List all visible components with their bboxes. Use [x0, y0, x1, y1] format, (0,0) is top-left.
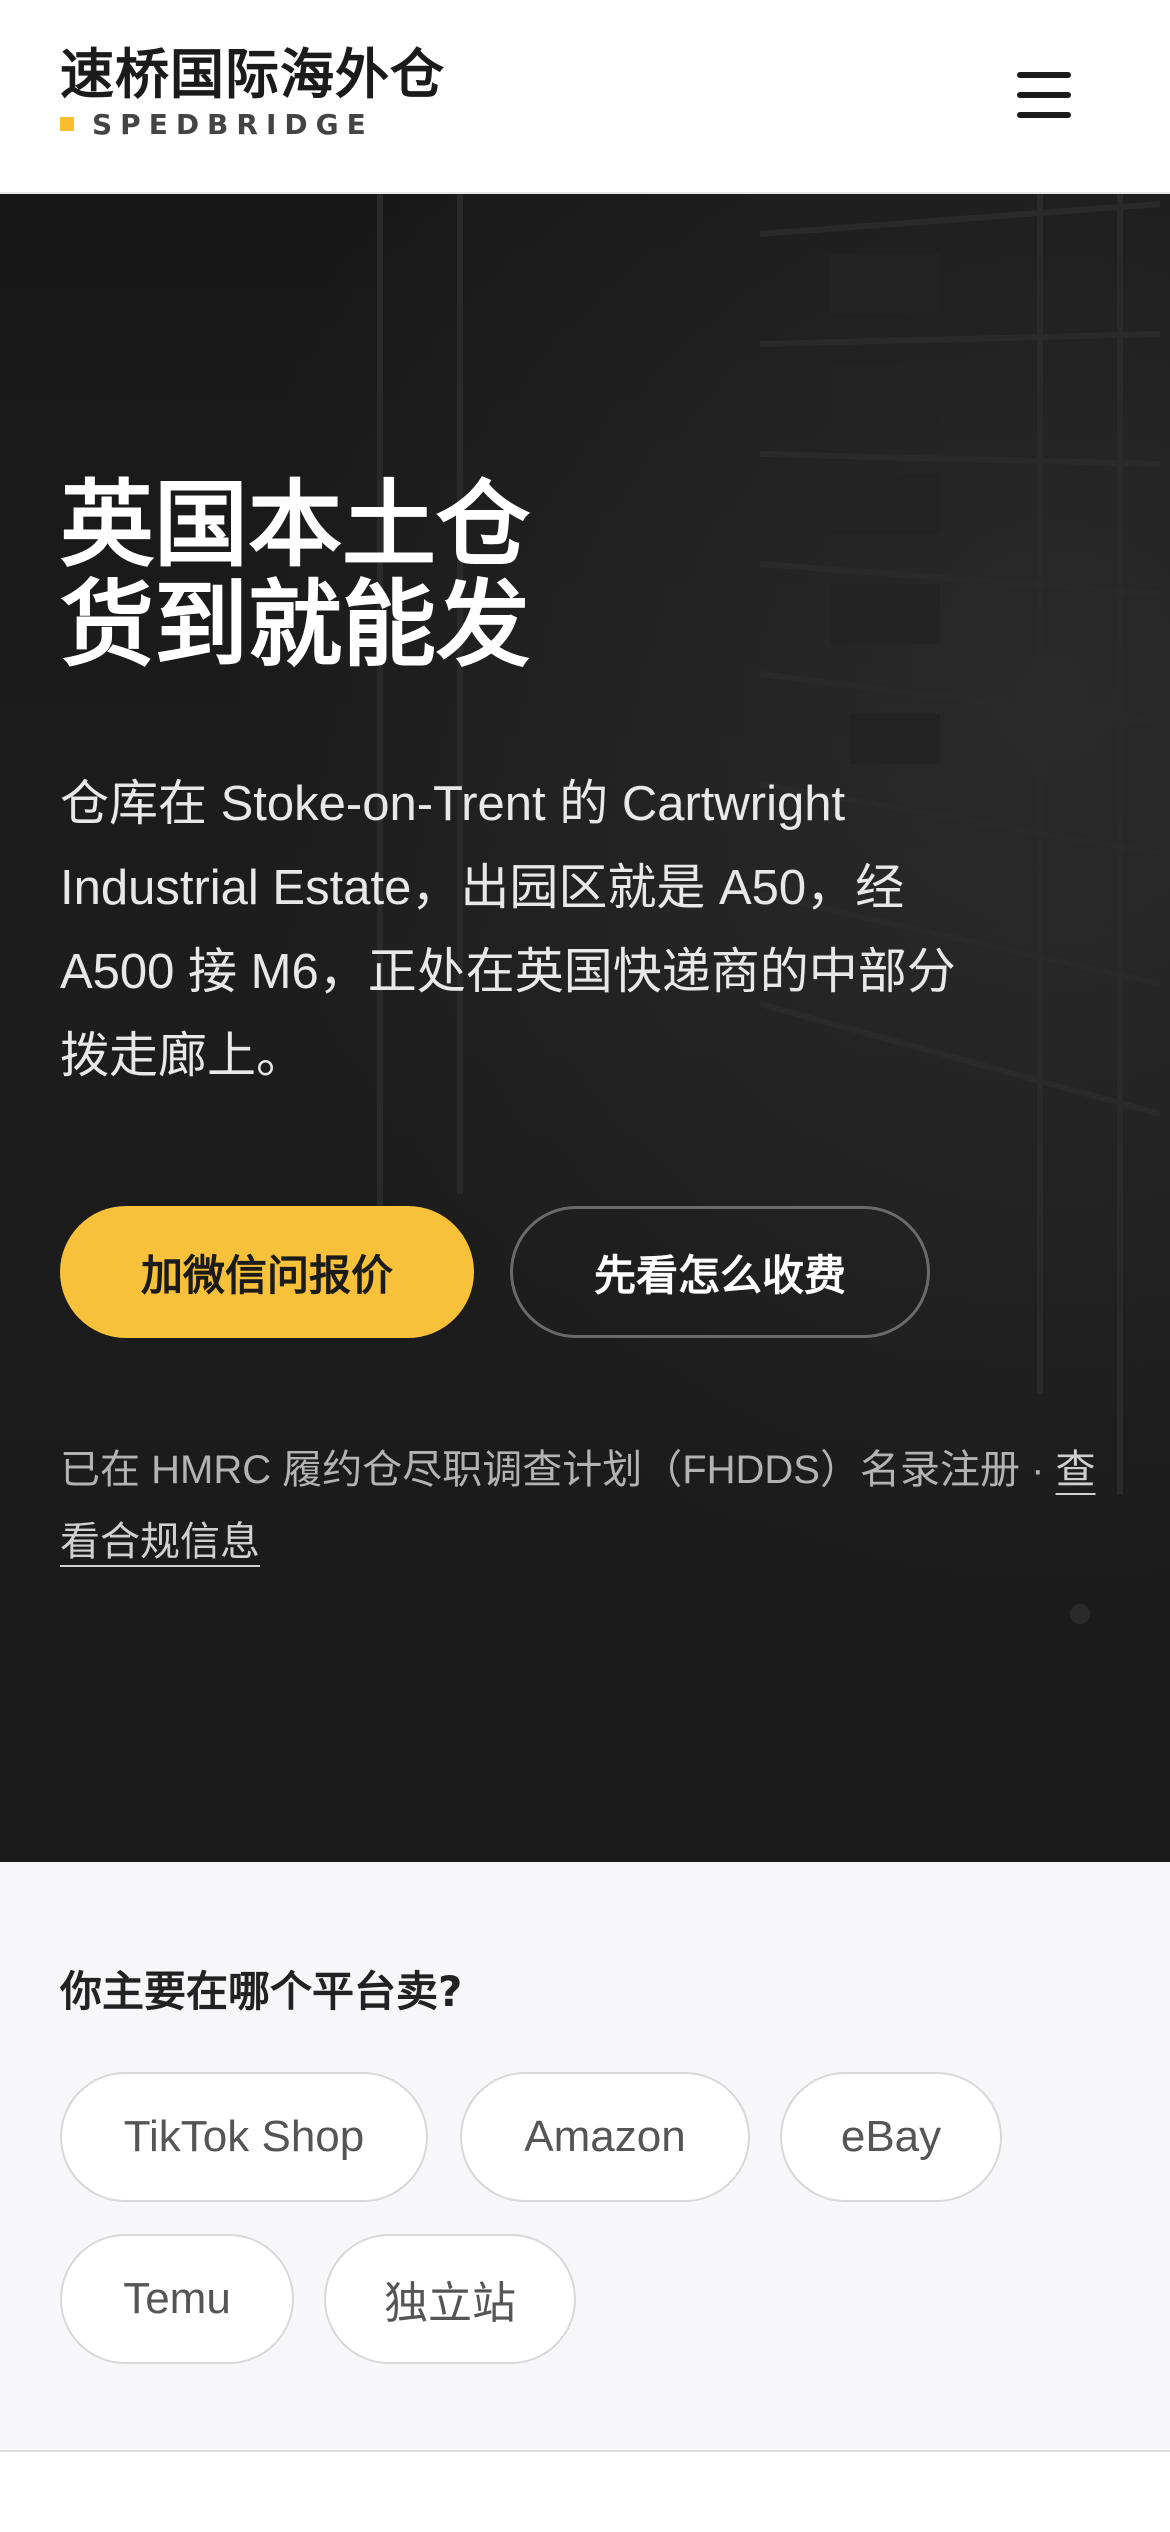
compliance-note-text: 已在 HMRC 履约仓尽职调查计划（FHDDS）名录注册 · [60, 1448, 1056, 1492]
brand-square-icon [60, 117, 74, 131]
menu-bar [1017, 112, 1071, 118]
platform-chip-tiktok-shop[interactable]: TikTok Shop [60, 2072, 428, 2202]
platform-section: 你主要在哪个平台卖? TikTok Shop Amazon eBay Temu … [0, 1862, 1170, 2452]
hero-section: 英国本土仓 货到就能发 仓库在 Stoke-on-Trent 的 Cartwri… [0, 194, 1170, 1862]
hero-title-line-1: 英国本土仓 [60, 471, 531, 580]
brand-english-name: SPEDBRIDGE [92, 107, 374, 141]
compliance-note: 已在 HMRC 履约仓尽职调查计划（FHDDS）名录注册 · 查看合规信息 [60, 1434, 1120, 1578]
menu-bar [1017, 92, 1071, 98]
platform-chip-independent-site[interactable]: 独立站 [324, 2234, 576, 2364]
view-pricing-button[interactable]: 先看怎么收费 [510, 1206, 930, 1338]
hero-title-line-2: 货到就能发 [60, 571, 531, 680]
brand-name[interactable]: 速桥国际海外仓 [60, 30, 445, 109]
platform-question: 你主要在哪个平台卖? [60, 1967, 463, 2016]
platform-chip-ebay[interactable]: eBay [780, 2072, 1002, 2202]
menu-bar [1017, 72, 1071, 78]
site-header: 速桥国际海外仓 SPEDBRIDGE [0, 0, 1170, 194]
brand-subtitle: SPEDBRIDGE [60, 106, 374, 142]
hero-title: 英国本土仓 货到就能发 [60, 476, 960, 676]
platform-chip-temu[interactable]: Temu [60, 2234, 294, 2364]
platform-chip-amazon[interactable]: Amazon [460, 2072, 750, 2202]
wechat-quote-button[interactable]: 加微信问报价 [60, 1206, 474, 1338]
hero-description: 仓库在 Stoke-on-Trent 的 Cartwright Industri… [60, 777, 956, 1083]
hamburger-menu-icon[interactable] [1012, 72, 1076, 118]
